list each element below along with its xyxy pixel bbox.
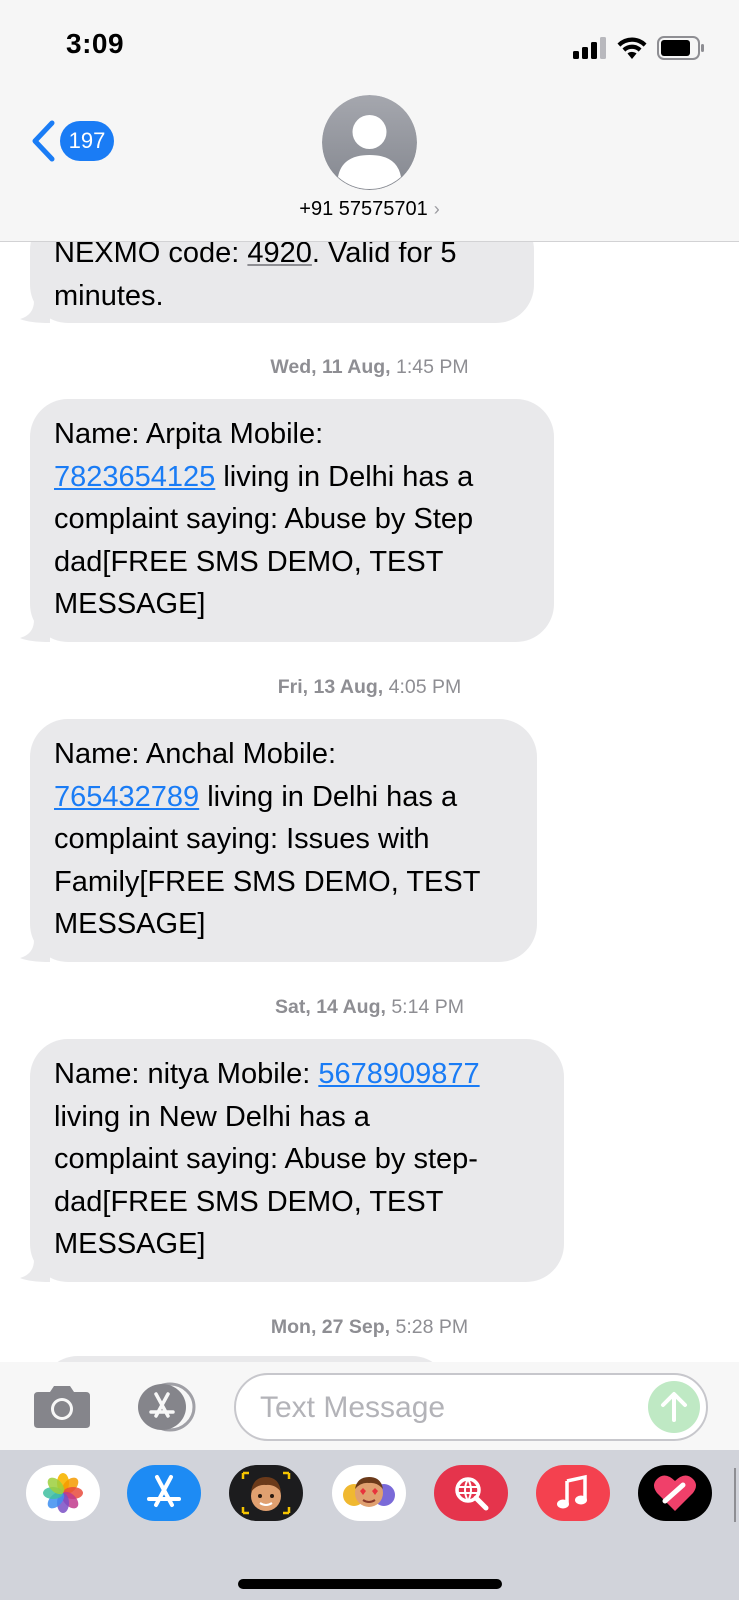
battery-icon [657, 36, 704, 60]
message-text: complaint saying: Abuse by Step [54, 503, 474, 535]
unread-count-badge: 197 [60, 121, 114, 161]
timestamp: Sat, 14 Aug, 5:14 PM [275, 996, 464, 1018]
wifi-icon [617, 37, 647, 59]
chevron-left-icon [32, 120, 55, 162]
message-text: dad[FREE SMS DEMO, TEST [54, 545, 444, 578]
web-search-icon [455, 1477, 489, 1511]
music-icon [557, 1474, 587, 1509]
back-button[interactable]: 197 [30, 120, 114, 162]
app-store-app[interactable] [127, 1465, 201, 1521]
message-text: living in Delhi has a [199, 780, 458, 813]
app-drawer-button[interactable] [132, 1382, 198, 1432]
message-input-container [234, 1373, 708, 1441]
camera-icon[interactable] [32, 1384, 92, 1430]
contact-name-button[interactable]: +91 57575701 › [0, 198, 739, 221]
message-text: MESSAGE] [54, 588, 206, 620]
animoji-stickers-icon [343, 1477, 395, 1507]
phone-link[interactable]: 5678909877 [318, 1058, 479, 1090]
contact-number: +91 57575701 [299, 198, 428, 220]
timestamp: Fri, 13 Aug, 4:05 PM [277, 676, 462, 698]
message-text: complaint saying: Issues with [54, 823, 430, 855]
timestamp: Wed, 11 Aug, 1:45 PM [270, 356, 469, 378]
photos-icon [43, 1473, 83, 1513]
message-text: living in Delhi has a [215, 460, 474, 493]
phone-link[interactable]: 7823654125 [54, 461, 215, 493]
message-text: Name: nitya Mobile: [54, 1058, 319, 1090]
cellular-signal-icon [573, 37, 606, 59]
phone-link[interactable]: 765432789 [54, 781, 199, 813]
person-placeholder-icon [322, 95, 417, 190]
app-drawer [0, 1450, 739, 1600]
message-text: MESSAGE] [54, 1228, 206, 1260]
message-input[interactable] [258, 1387, 642, 1429]
chevron-right-icon: › [433, 199, 440, 219]
memoji-stickers-app[interactable] [332, 1465, 406, 1521]
status-time: 3:09 [66, 28, 125, 59]
contact-avatar[interactable] [322, 95, 417, 190]
compose-bar [0, 1362, 739, 1450]
message-bubble[interactable]: Name: nitya Mobile: 5678909877 living in… [30, 1039, 564, 1282]
bubble-tail [20, 301, 50, 323]
status-icons [573, 34, 705, 62]
app-store-icon [147, 1475, 181, 1507]
digital-touch-icon [654, 1475, 696, 1511]
message-text: Name: Anchal Mobile: [54, 738, 337, 770]
app-store-icon [138, 1382, 196, 1432]
timestamp: Mon, 27 Sep, 5:28 PM [270, 1316, 469, 1338]
message-bubble[interactable]: Name: Anchal Mobile: 765432789 living in… [30, 719, 537, 962]
message-text: minutes. [54, 279, 164, 312]
home-indicator[interactable] [238, 1579, 502, 1589]
message-text: MESSAGE] [54, 908, 206, 940]
send-button[interactable] [648, 1381, 700, 1433]
bubble-tail [20, 940, 50, 962]
music-app[interactable] [536, 1465, 610, 1521]
message-text: dad[FREE SMS DEMO, TEST [54, 1185, 444, 1218]
memoji-icon [241, 1471, 291, 1515]
web-search-app[interactable] [434, 1465, 508, 1521]
message-text: Name: Arpita Mobile: [54, 418, 324, 450]
bubble-tail [20, 620, 50, 642]
drawer-divider [734, 1468, 736, 1522]
message-text: complaint saying: Abuse by step- [54, 1143, 478, 1175]
memoji-app[interactable] [229, 1465, 303, 1521]
arrow-up-icon [661, 1392, 687, 1422]
message-text: Family[FREE SMS DEMO, TEST [54, 865, 481, 898]
digital-touch-app[interactable] [638, 1465, 712, 1521]
bubble-tail [20, 1260, 50, 1282]
photos-app[interactable] [26, 1465, 100, 1521]
conversation-header: 3:09 197 +91 57575701 › [0, 0, 739, 242]
message-bubble[interactable]: Name: Arpita Mobile: 7823654125 living i… [30, 399, 554, 642]
message-text: living in New Delhi has a [54, 1100, 370, 1133]
